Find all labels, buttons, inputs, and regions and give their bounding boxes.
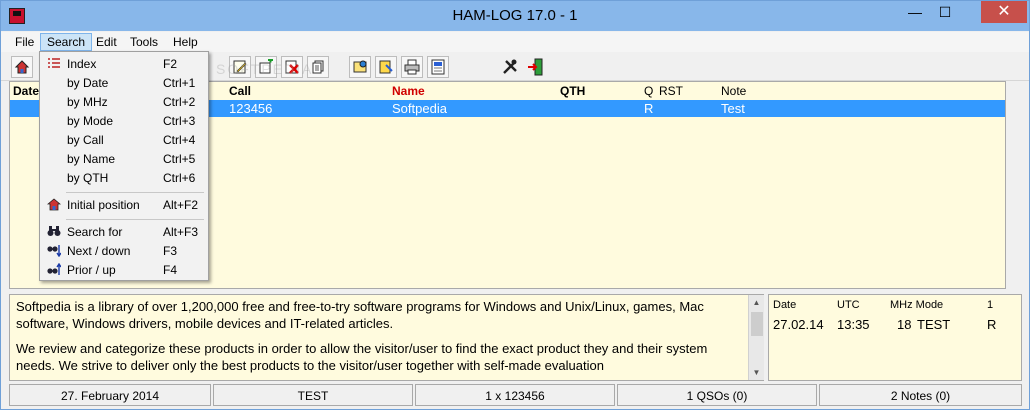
qso-header-date: Date (773, 299, 797, 311)
index-icon (46, 57, 62, 72)
exit-door-icon[interactable] (525, 56, 547, 78)
qso-header-count: 1 (987, 299, 994, 311)
header-name[interactable]: Name (392, 84, 425, 98)
row-note: Test (721, 101, 745, 116)
minimize-button[interactable]: — (901, 1, 929, 23)
title-bar: HAM-LOG 17.0 - 1 — ☐ ✕ (1, 1, 1029, 31)
menu-item-initial-position[interactable]: Initial position Alt+F2 (41, 196, 207, 215)
row-name: Softpedia (392, 101, 447, 116)
tools-icon[interactable] (499, 56, 521, 78)
status-qsos: 1 QSOs (0) (617, 384, 817, 406)
qso-flag: R (987, 317, 997, 332)
header-note[interactable]: Note (721, 84, 746, 98)
status-mode: TEST (213, 384, 413, 406)
menu-tools[interactable]: Tools (124, 33, 164, 51)
search-menu-dropdown: Index F2 by Date Ctrl+1 by MHz Ctrl+2 by… (39, 51, 209, 281)
header-qth[interactable]: QTH (560, 84, 585, 98)
menu-item-by-call[interactable]: by Call Ctrl+4 (41, 131, 207, 150)
print-icon[interactable] (401, 56, 423, 78)
binoculars-icon (46, 225, 62, 240)
notes-textarea[interactable]: Softpedia is a library of over 1,200,000… (9, 294, 764, 381)
scroll-down-arrow-icon[interactable]: ▼ (749, 365, 764, 380)
menu-item-by-date[interactable]: by Date Ctrl+1 (41, 74, 207, 93)
qso-utc: 13:35 (837, 317, 870, 332)
menu-bar: File Search Edit Tools Help (1, 32, 1029, 52)
menu-item-by-name[interactable]: by Name Ctrl+5 (41, 150, 207, 169)
header-call[interactable]: Call (229, 84, 251, 98)
notes-paragraph-2: We review and categorize these products … (16, 341, 708, 373)
app-window: HAM-LOG 17.0 - 1 — ☐ ✕ File Search Edit … (0, 0, 1030, 410)
menu-item-by-qth[interactable]: by QTH Ctrl+6 (41, 169, 207, 188)
row-q: R (644, 101, 654, 116)
menu-search[interactable]: Search (40, 33, 93, 51)
header-q[interactable]: Q (644, 84, 653, 98)
home-icon (46, 198, 62, 213)
notes-scrollbar[interactable]: ▲ ▼ (748, 295, 764, 380)
menu-item-index[interactable]: Index F2 (41, 55, 207, 74)
scroll-up-arrow-icon[interactable]: ▲ (749, 295, 764, 310)
header-date[interactable]: Date (13, 84, 39, 98)
notes-paragraph-1: Softpedia is a library of over 1,200,000… (16, 299, 704, 331)
qso-header-mhz-mode: MHz Mode (890, 299, 944, 311)
menu-item-by-mhz[interactable]: by MHz Ctrl+2 (41, 93, 207, 112)
status-call-count: 1 x 123456 (415, 384, 615, 406)
status-notes: 2 Notes (0) (819, 384, 1022, 406)
window-title: HAM-LOG 17.0 - 1 (452, 7, 578, 24)
qso-mhz: 18 (897, 317, 912, 332)
menu-item-search-for[interactable]: Search for Alt+F3 (41, 223, 207, 242)
calculator-icon[interactable] (427, 56, 449, 78)
properties-icon[interactable] (349, 56, 371, 78)
menu-item-prior-up[interactable]: Prior / up F4 (41, 261, 207, 280)
header-rst[interactable]: RST (659, 84, 683, 98)
menu-edit[interactable]: Edit (90, 33, 123, 51)
menu-item-by-mode[interactable]: by Mode Ctrl+3 (41, 112, 207, 131)
menu-help[interactable]: Help (167, 33, 204, 51)
menu-item-next-down[interactable]: Next / down F3 (41, 242, 207, 261)
qso-summary-panel: Date UTC MHz Mode 1 27.02.14 13:35 18 TE… (768, 294, 1022, 381)
watermark: SOFTPEDIA (216, 61, 314, 77)
qso-mode: TEST (917, 317, 951, 332)
close-button[interactable]: ✕ (981, 1, 1027, 23)
qso-header-utc: UTC (837, 299, 860, 311)
home-icon[interactable] (11, 56, 33, 78)
status-bar: 27. February 2014 TEST 1 x 123456 1 QSOs… (1, 383, 1029, 409)
label-icon[interactable] (375, 56, 397, 78)
menu-file[interactable]: File (9, 33, 40, 51)
menu-separator (66, 192, 204, 193)
binoculars-down-icon (46, 244, 62, 259)
binoculars-up-icon (46, 262, 62, 278)
status-date: 27. February 2014 (9, 384, 211, 406)
maximize-button[interactable]: ☐ (931, 1, 959, 23)
scroll-thumb[interactable] (751, 312, 763, 336)
qso-date: 27.02.14 (773, 317, 824, 332)
menu-separator (66, 219, 204, 220)
row-call: 123456 (229, 101, 273, 116)
